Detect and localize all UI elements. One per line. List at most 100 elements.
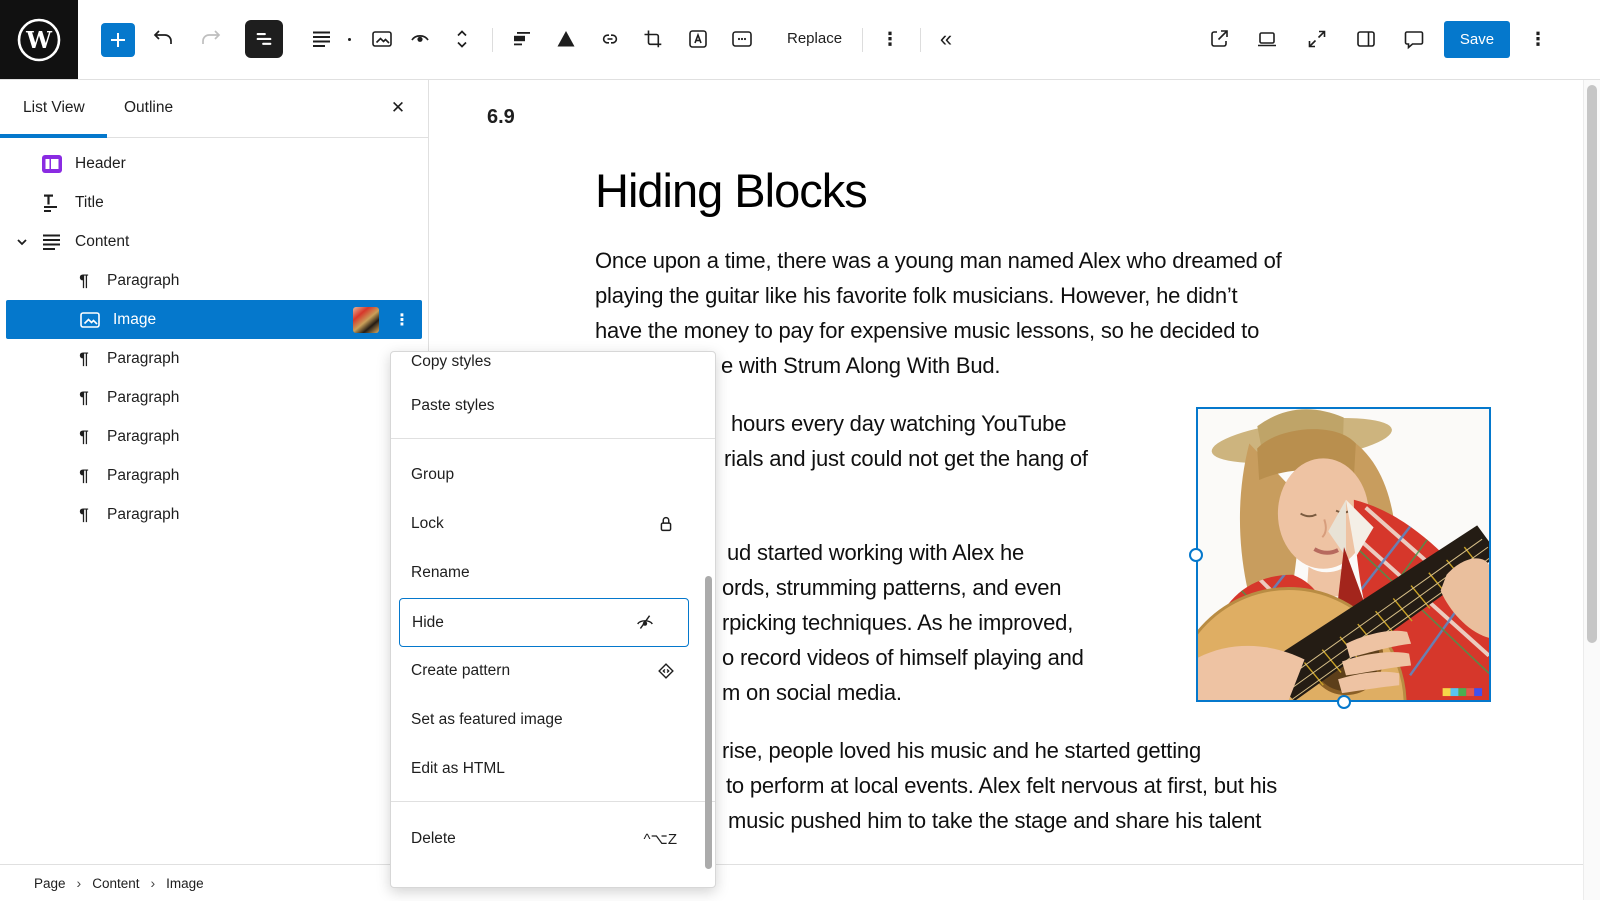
collapse-toolbar-icon[interactable]: « — [934, 27, 958, 51]
breadcrumb-separator: › — [77, 875, 82, 891]
listview-row-image-selected[interactable]: Image ⋮ — [6, 300, 422, 339]
breadcrumb-bar: Page › Content › Image — [0, 864, 1600, 901]
save-button[interactable]: Save — [1444, 21, 1510, 58]
wordpress-logo[interactable]: W — [0, 0, 78, 79]
align-icon[interactable] — [510, 27, 534, 51]
row-options-icon[interactable]: ⋮ — [390, 310, 414, 330]
listview-row-paragraph[interactable]: ¶ Paragraph — [0, 339, 428, 378]
menu-item-label: Copy styles — [411, 353, 491, 371]
menu-scrollbar[interactable] — [705, 576, 712, 869]
paragraph-line[interactable]: rpicking techniques. As he improved, — [722, 610, 1073, 636]
menu-item-label: Edit as HTML — [411, 760, 505, 778]
fullscreen-expand-icon[interactable] — [1305, 27, 1329, 51]
menu-item-hide[interactable]: Hide — [399, 598, 689, 647]
link-icon[interactable] — [598, 27, 622, 51]
text-overlay-icon[interactable] — [686, 27, 710, 51]
block-inserter-button[interactable] — [101, 23, 135, 57]
menu-item-set-featured-image[interactable]: Set as featured image — [391, 696, 716, 744]
paragraph-line[interactable]: rise, people loved his music and he star… — [722, 738, 1201, 764]
paragraph-line[interactable]: hours every day watching YouTube — [731, 411, 1066, 437]
paragraph-line[interactable]: ud started working with Alex he — [727, 540, 1024, 566]
paragraph-line[interactable]: to perform at local events. Alex felt ne… — [726, 773, 1277, 799]
undo-icon[interactable] — [151, 27, 175, 51]
breadcrumb-page[interactable]: Page — [34, 876, 66, 891]
block-options-icon[interactable]: ⋮ — [878, 27, 902, 51]
row-label: Image — [113, 311, 156, 329]
eye-off-icon — [634, 612, 656, 634]
tab-list-view[interactable]: List View — [23, 99, 85, 117]
paragraph-line[interactable]: o record videos of himself playing and — [722, 645, 1084, 671]
tab-outline[interactable]: Outline — [124, 99, 173, 117]
menu-item-paste-styles[interactable]: Paste styles — [391, 382, 716, 430]
menu-item-copy-styles[interactable]: Copy styles — [391, 351, 716, 386]
window-scrollbar[interactable] — [1583, 79, 1600, 900]
content-image[interactable] — [1196, 407, 1491, 702]
toolbar-separator — [920, 28, 921, 52]
breadcrumb-image[interactable]: Image — [166, 876, 204, 891]
paragraph-line[interactable]: m on social media. — [722, 680, 902, 706]
image-block-toolbar-icon[interactable] — [370, 27, 394, 51]
editor-options-icon[interactable]: ⋮ — [1526, 27, 1550, 51]
caption-icon[interactable] — [730, 27, 754, 51]
resize-handle-left[interactable] — [1189, 548, 1203, 562]
header-block-icon — [40, 152, 64, 176]
duotone-filter-icon[interactable] — [554, 27, 578, 51]
menu-item-label: Paste styles — [411, 397, 495, 415]
preview-device-icon[interactable] — [1255, 27, 1279, 51]
paragraph-line[interactable]: rials and just could not get the hang of — [724, 446, 1088, 472]
document-overview-button[interactable] — [245, 20, 283, 58]
menu-item-group[interactable]: Group — [391, 451, 716, 499]
breadcrumb-content[interactable]: Content — [92, 876, 139, 891]
chevron-down-icon[interactable] — [12, 232, 32, 252]
page-title[interactable]: Hiding Blocks — [595, 163, 867, 218]
pattern-icon — [655, 660, 677, 682]
menu-item-rename[interactable]: Rename — [391, 549, 716, 597]
paragraph-icon: ¶ — [72, 464, 96, 488]
paragraph-line[interactable]: e with Strum Along With Bud. — [721, 353, 1000, 379]
visibility-eye-icon[interactable] — [408, 27, 432, 51]
toolbar-separator — [862, 28, 863, 52]
listview-row-paragraph[interactable]: ¶ Paragraph — [0, 417, 428, 456]
view-site-external-icon[interactable] — [1207, 27, 1231, 51]
menu-item-delete[interactable]: Delete ^⌥Z — [391, 815, 716, 863]
image-thumbnail — [353, 307, 379, 333]
crop-icon[interactable] — [641, 27, 665, 51]
block-mover-icon[interactable] — [450, 27, 474, 51]
paragraph-line[interactable]: playing the guitar like his favorite fol… — [595, 283, 1237, 309]
row-label: Paragraph — [107, 467, 179, 485]
replace-button[interactable]: Replace — [787, 27, 842, 51]
paragraph-icon: ¶ — [72, 347, 96, 371]
listview-row-paragraph[interactable]: ¶ Paragraph — [0, 495, 428, 534]
redo-icon[interactable] — [199, 27, 223, 51]
settings-sidebar-icon[interactable] — [1354, 27, 1378, 51]
paragraph-line[interactable]: have the money to pay for expensive musi… — [595, 318, 1259, 344]
close-icon[interactable]: ✕ — [385, 95, 411, 121]
menu-item-lock[interactable]: Lock — [391, 500, 716, 548]
paragraph-line[interactable]: Once upon a time, there was a young man … — [595, 248, 1282, 274]
parent-block-content-icon[interactable] — [310, 27, 334, 51]
resize-handle-bottom[interactable] — [1337, 695, 1351, 709]
listview-row-paragraph[interactable]: ¶ Paragraph — [0, 261, 428, 300]
listview-row-paragraph[interactable]: ¶ Paragraph — [0, 378, 428, 417]
listview-row-paragraph[interactable]: ¶ Paragraph — [0, 456, 428, 495]
paragraph-line[interactable]: ords, strumming patterns, and even — [722, 575, 1061, 601]
listview-row-title[interactable]: Title — [0, 183, 428, 222]
block-options-menu: Copy styles Paste styles Group Lock Rena… — [390, 351, 716, 888]
listview-row-content[interactable]: Content — [0, 222, 428, 261]
paragraph-icon: ¶ — [72, 269, 96, 293]
row-label: Paragraph — [107, 350, 179, 368]
menu-item-edit-as-html[interactable]: Edit as HTML — [391, 745, 716, 793]
menu-item-label: Delete — [411, 830, 456, 848]
window-scrollbar-thumb[interactable] — [1587, 85, 1597, 643]
paragraph-line[interactable]: music pushed him to take the stage and s… — [728, 808, 1261, 834]
menu-item-label: Lock — [411, 515, 444, 533]
listview-row-header[interactable]: Header — [0, 144, 428, 183]
breadcrumb-separator: › — [151, 875, 156, 891]
guitar-photo — [1198, 409, 1489, 700]
menu-item-label: Create pattern — [411, 662, 510, 680]
menu-item-create-pattern[interactable]: Create pattern — [391, 647, 716, 695]
breadcrumb: Page › Content › Image — [34, 875, 204, 891]
menu-divider — [391, 801, 716, 802]
comments-icon[interactable] — [1402, 27, 1426, 51]
row-label: Content — [75, 233, 129, 251]
